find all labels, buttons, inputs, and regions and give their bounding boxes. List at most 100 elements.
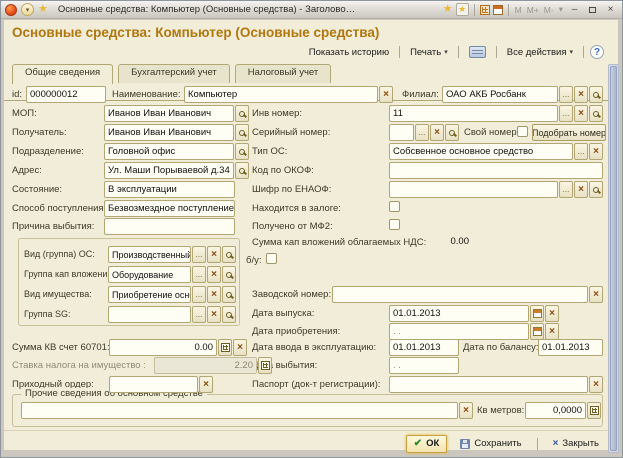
pick-number-button[interactable]: Подобрать номер: [532, 124, 606, 141]
department-field[interactable]: Головной офис: [104, 143, 249, 160]
tab-tax[interactable]: Налоговый учет: [235, 64, 331, 83]
department-find-button[interactable]: [235, 143, 249, 160]
inv-number-choose-button[interactable]: ...: [559, 105, 573, 122]
other-info-clear-button[interactable]: ×: [459, 402, 473, 419]
address-field[interactable]: Ул. Маши Порываевой д.34: [104, 162, 249, 179]
favorites-panel-icon[interactable]: ★: [456, 3, 469, 16]
os-type-clear-button[interactable]: ×: [589, 143, 603, 160]
name-field[interactable]: Компьютер ×: [184, 86, 393, 103]
maximize-button[interactable]: [585, 3, 600, 16]
inv-number-find-button[interactable]: [589, 105, 603, 122]
kv-sum-calc-button[interactable]: [218, 339, 232, 356]
card-icon[interactable]: [465, 45, 490, 59]
release-date-clear-button[interactable]: ×: [545, 305, 559, 322]
scrollbar-thumb[interactable]: [610, 66, 617, 451]
factory-number-field[interactable]: ×: [332, 286, 603, 303]
receipt-order-field[interactable]: ×: [109, 376, 213, 393]
balance-date-field[interactable]: 01.01.2013: [538, 339, 603, 356]
kv-sum-clear-button[interactable]: ×: [233, 339, 247, 356]
serial-number-field[interactable]: ... ×: [389, 124, 459, 141]
own-number-checkbox[interactable]: [517, 126, 528, 137]
enaof-field[interactable]: ... ×: [389, 181, 603, 198]
name-clear-button[interactable]: ×: [379, 86, 393, 103]
sq-meters-calc-button[interactable]: [587, 402, 601, 419]
property-kind-find-button[interactable]: [222, 286, 236, 303]
group-sg-choose-button[interactable]: ...: [192, 306, 206, 323]
os-kind-group-choose-button[interactable]: ...: [192, 246, 206, 263]
memory-recall-button[interactable]: M: [514, 5, 523, 15]
id-field[interactable]: 000000012: [26, 86, 106, 103]
property-kind-field[interactable]: Приобретение основнь ... ×: [108, 286, 236, 303]
factory-number-clear-button[interactable]: ×: [589, 286, 603, 303]
os-kind-group-field[interactable]: Производственный и х ... ×: [108, 246, 236, 263]
os-type-field[interactable]: Собсвенное основное средство ... ×: [389, 143, 603, 160]
purchase-date-field[interactable]: . . ×: [389, 323, 559, 340]
os-type-choose-button[interactable]: ...: [574, 143, 588, 160]
os-kind-group-clear-button[interactable]: ×: [207, 246, 221, 263]
branch-find-button[interactable]: [589, 86, 603, 103]
memory-minus-button[interactable]: M-: [543, 5, 555, 15]
passport-field[interactable]: ×: [389, 376, 603, 393]
okof-field[interactable]: [389, 162, 603, 179]
disposal-date-field[interactable]: . .: [389, 357, 459, 374]
disposal-reason-field[interactable]: [104, 218, 235, 235]
commissioning-date-field[interactable]: 01.01.2013: [389, 339, 459, 356]
enaof-clear-button[interactable]: ×: [574, 181, 588, 198]
capital-group-clear-button[interactable]: ×: [207, 266, 221, 283]
all-actions-button[interactable]: Все действия▾: [503, 46, 577, 59]
inv-number-clear-button[interactable]: ×: [574, 105, 588, 122]
favorites-star-icon[interactable]: ★: [38, 3, 48, 16]
show-history-button[interactable]: Показать историю: [305, 46, 393, 59]
passport-clear-button[interactable]: ×: [589, 376, 603, 393]
print-button[interactable]: Печать▾: [406, 46, 452, 59]
system-menu-button[interactable]: ▾: [21, 3, 34, 16]
help-button[interactable]: ?: [590, 45, 604, 59]
group-sg-field[interactable]: ... ×: [108, 306, 236, 323]
minimize-button[interactable]: –: [567, 3, 582, 16]
inv-number-field[interactable]: 11 ... ×: [389, 105, 603, 122]
from-mf2-checkbox[interactable]: [389, 219, 400, 230]
capital-group-field[interactable]: Оборудование ... ×: [108, 266, 236, 283]
purchase-date-calendar-button[interactable]: [530, 323, 544, 340]
tab-accounting[interactable]: Бухгалтерский учет: [118, 64, 230, 83]
group-sg-clear-button[interactable]: ×: [207, 306, 221, 323]
tab-general[interactable]: Общие сведения: [12, 64, 113, 84]
release-date-field[interactable]: 01.01.2013 ×: [389, 305, 559, 322]
serial-number-clear-button[interactable]: ×: [430, 124, 444, 141]
memory-plus-button[interactable]: M+: [526, 5, 540, 15]
sq-meters-field[interactable]: 0,0000: [525, 402, 601, 419]
release-date-calendar-button[interactable]: [530, 305, 544, 322]
receiver-find-button[interactable]: [235, 124, 249, 141]
add-favorite-icon[interactable]: ★: [443, 3, 453, 16]
group-sg-find-button[interactable]: [222, 306, 236, 323]
capital-group-choose-button[interactable]: ...: [192, 266, 206, 283]
enaof-find-button[interactable]: [589, 181, 603, 198]
other-info-field[interactable]: ×: [21, 402, 473, 419]
mol-field[interactable]: Иванов Иван Иванович: [104, 105, 249, 122]
capital-group-find-button[interactable]: [222, 266, 236, 283]
close-form-button[interactable]: × Закрыть: [546, 435, 606, 453]
close-button[interactable]: ×: [603, 3, 618, 16]
titlebar-overflow-button[interactable]: ▾: [558, 4, 564, 15]
branch-clear-button[interactable]: ×: [574, 86, 588, 103]
branch-choose-button[interactable]: ...: [559, 86, 573, 103]
property-kind-choose-button[interactable]: ...: [192, 286, 206, 303]
pledged-checkbox[interactable]: [389, 201, 400, 212]
receipt-order-clear-button[interactable]: ×: [199, 376, 213, 393]
address-find-button[interactable]: [235, 162, 249, 179]
calculator-icon[interactable]: [480, 5, 490, 15]
receiver-field[interactable]: Иванов Иван Иванович: [104, 124, 249, 141]
property-kind-clear-button[interactable]: ×: [207, 286, 221, 303]
branch-field[interactable]: ОАО АКБ Росбанк ... ×: [442, 86, 603, 103]
ok-button[interactable]: ✔ ОК: [406, 435, 448, 453]
used-checkbox[interactable]: [266, 253, 277, 264]
calendar-icon[interactable]: [493, 5, 503, 15]
vertical-scrollbar[interactable]: [608, 64, 619, 453]
save-button[interactable]: Сохранить: [453, 435, 528, 453]
state-field[interactable]: В эксплуатации: [104, 181, 235, 198]
receipt-method-field[interactable]: Безвозмездное поступление: [104, 200, 235, 217]
serial-number-choose-button[interactable]: ...: [415, 124, 429, 141]
os-kind-group-find-button[interactable]: [222, 246, 236, 263]
mol-find-button[interactable]: [235, 105, 249, 122]
purchase-date-clear-button[interactable]: ×: [545, 323, 559, 340]
